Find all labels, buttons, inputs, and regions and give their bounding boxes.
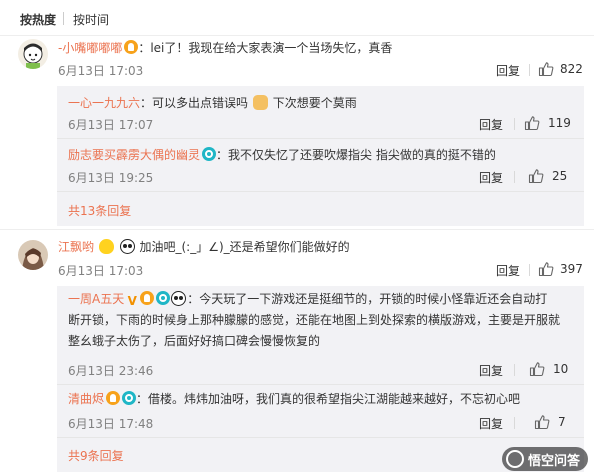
like-icon[interactable] (538, 261, 554, 277)
sort-by-time-tab[interactable]: 按时间 (73, 11, 109, 28)
replies-panel: 一周A五天 V ：今天玩了一下游戏还是挺细节的，开锁的时候小怪靠近还会自动打 断开锁… (57, 286, 584, 472)
reply-body: ：我不仅失忆了还要吹爆指尖 指尖做的真的挺不错的 (216, 148, 496, 162)
reply-body-line: 断开锁，下雨的时候身上那种朦朦的感觉，还能在地图上到处探索的横版游戏，主要是开服… (68, 313, 561, 327)
like-count: 7 (558, 415, 566, 429)
like-icon[interactable] (524, 115, 540, 131)
reply-body: ：借楼。炜炜加油呀，我们真的很希望指尖江湖能越来越好，不忘初心吧 (136, 392, 521, 406)
avatar[interactable] (18, 39, 48, 69)
reply-username[interactable]: 一心一九九六 (68, 96, 140, 110)
reply-button[interactable]: 回复 (479, 362, 503, 379)
reply-text: 清曲烬 ：借楼。炜炜加油呀，我们真的很希望指尖江湖能越来越好，不忘初心吧 (68, 391, 520, 407)
replies-panel: 一心一九九六：可以多出点错误吗 下次想要个莫雨 6月13日 17:07 回复 1… (57, 86, 584, 226)
reply-timestamp: 6月13日 19:25 (68, 171, 154, 185)
vip-badge-icon: V (127, 294, 137, 308)
action-divider (514, 118, 515, 130)
reply-text: 励志要买霹雳大偶的幽灵 ：我不仅失忆了还要吹爆指尖 指尖做的真的挺不错的 (68, 147, 496, 163)
reply-username[interactable]: 清曲烬 (68, 392, 104, 406)
comment-body: 加油吧_(:_」∠)_还是希望你们能做好的 (139, 240, 350, 254)
sort-divider (63, 12, 64, 25)
member-badge-icon (124, 40, 139, 54)
like-icon[interactable] (538, 61, 554, 77)
reply-text: 一心一九九六：可以多出点错误吗 下次想要个莫雨 (68, 95, 357, 111)
reply-button[interactable]: 回复 (479, 116, 503, 133)
panda-emoji-icon (171, 291, 187, 306)
duck-emoji-icon (98, 239, 114, 254)
reply-body-cont: 下次想要个莫雨 (272, 96, 357, 110)
reply-button[interactable]: 回复 (479, 415, 503, 432)
reply-timestamp: 6月13日 17:07 (68, 118, 154, 132)
reply-divider (57, 138, 584, 139)
reply-username[interactable]: 一周A五天 (68, 292, 124, 306)
member-badge-icon (106, 391, 121, 405)
avatar[interactable] (18, 240, 48, 270)
comment-timestamp: 6月13日 17:03 (58, 64, 144, 78)
reply-divider (57, 191, 584, 192)
panda-emoji-icon (119, 239, 135, 254)
comment-body: ：lei了！我现在给大家表演一个当场失忆，真香 (138, 41, 393, 55)
action-divider (514, 364, 515, 376)
comment-timestamp: 6月13日 17:03 (58, 264, 144, 278)
reply-timestamp: 6月13日 17:48 (68, 417, 154, 431)
action-divider (529, 64, 530, 76)
wukong-logo-icon (505, 450, 524, 468)
verified-badge-icon (122, 391, 137, 405)
action-divider (514, 171, 515, 183)
like-count: 10 (553, 362, 569, 376)
like-count: 822 (560, 62, 583, 76)
comment-text: 江飘哟 加油吧_(:_」∠)_还是希望你们能做好的 (58, 239, 350, 255)
reply-divider (57, 384, 584, 385)
more-replies-link[interactable]: 共13条回复 (68, 202, 131, 219)
verified-badge-icon (156, 291, 171, 305)
comment-username[interactable]: -小嘴嘟嘟嘟 (58, 41, 122, 55)
like-icon[interactable] (529, 361, 545, 377)
like-count: 397 (560, 262, 583, 276)
reply-body-line: 整幺蛾子太伤了，后面好好搞口碑会慢慢恢复的 (68, 334, 321, 348)
like-icon[interactable] (528, 168, 544, 184)
reply-divider (57, 437, 584, 438)
reply-button[interactable]: 回复 (479, 169, 503, 186)
reply-text: 一周A五天 V ：今天玩了一下游戏还是挺细节的，开锁的时候小怪靠近还会自动打 (68, 291, 547, 307)
watermark-logo: 悟空问答 (501, 447, 588, 471)
member-badge-icon (140, 291, 155, 305)
action-divider (529, 264, 530, 276)
comment-username[interactable]: 江飘哟 (58, 240, 94, 254)
like-count: 119 (548, 116, 571, 130)
more-replies-link[interactable]: 共9条回复 (68, 447, 124, 464)
like-icon[interactable] (534, 414, 550, 430)
reply-body: ：今天玩了一下游戏还是挺细节的，开锁的时候小怪靠近还会自动打 (187, 292, 548, 306)
comment-divider (0, 229, 594, 230)
reply-timestamp: 6月13日 23:46 (68, 364, 154, 378)
reply-body: ：可以多出点错误吗 (140, 96, 249, 110)
watermark-text: 悟空问答 (527, 453, 580, 469)
action-divider (514, 417, 515, 429)
sort-bar: 按热度 按时间 (0, 0, 594, 36)
reply-username[interactable]: 励志要买霹雳大偶的幽灵 (68, 148, 200, 162)
sort-by-hot-tab[interactable]: 按热度 (20, 11, 56, 28)
comment-text: -小嘴嘟嘟嘟 ：lei了！我现在给大家表演一个当场失忆，真香 (58, 40, 392, 56)
reply-button[interactable]: 回复 (496, 62, 520, 79)
like-count: 25 (552, 169, 568, 183)
doge-emoji-icon (252, 95, 268, 110)
verified-badge-icon (202, 147, 217, 161)
reply-button[interactable]: 回复 (496, 262, 520, 279)
